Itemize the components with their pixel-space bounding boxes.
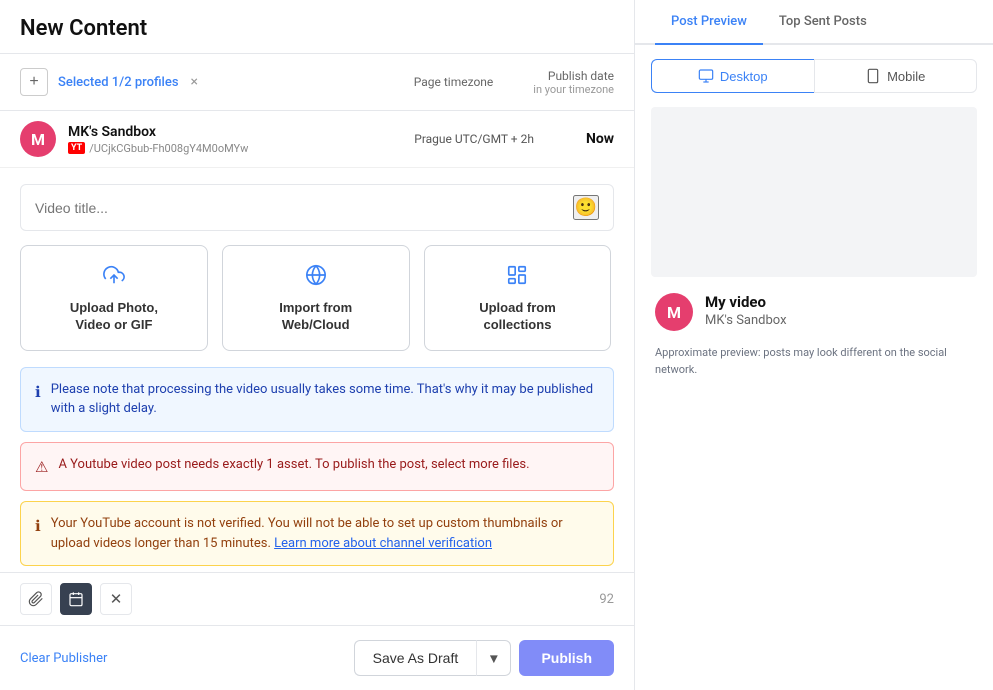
upload-arrow-icon bbox=[103, 264, 125, 292]
info-notice-text: Please note that processing the video us… bbox=[51, 380, 599, 419]
error-notice: ⚠ A Youtube video post needs exactly 1 a… bbox=[20, 442, 614, 492]
mobile-tab[interactable]: Mobile bbox=[814, 59, 978, 93]
close-profiles-icon[interactable]: × bbox=[191, 74, 198, 90]
upload-photo-label: Upload Photo,Video or GIF bbox=[70, 300, 158, 334]
globe-icon bbox=[305, 264, 327, 292]
tab-top-sent-posts[interactable]: Top Sent Posts bbox=[763, 0, 883, 45]
editor-area: 🙂 Upload Photo,Video or GIF bbox=[0, 168, 634, 572]
preview-tabs: Post Preview Top Sent Posts bbox=[635, 0, 993, 45]
left-panel: New Content + Selected 1/2 profiles × Pa… bbox=[0, 0, 635, 690]
info-notice: ℹ Please note that processing the video … bbox=[20, 367, 614, 432]
import-web-cloud-btn[interactable]: Import fromWeb/Cloud bbox=[222, 245, 410, 351]
publish-button[interactable]: Publish bbox=[519, 640, 614, 676]
profile-toolbar: + Selected 1/2 profiles × Page timezone … bbox=[0, 54, 634, 111]
emoji-button[interactable]: 🙂 bbox=[573, 195, 599, 220]
tab-post-preview[interactable]: Post Preview bbox=[655, 0, 763, 45]
right-panel: Post Preview Top Sent Posts Desktop Mobi… bbox=[635, 0, 993, 690]
save-publish-group: Save As Draft ▼ Publish bbox=[354, 640, 614, 676]
publish-now-status: Now bbox=[586, 131, 614, 147]
preview-image-area bbox=[651, 107, 977, 277]
upload-collections-btn[interactable]: Upload fromcollections bbox=[424, 245, 612, 351]
video-title-input[interactable] bbox=[35, 200, 573, 216]
preview-content: M My video MK's Sandbox Approximate prev… bbox=[635, 107, 993, 690]
profile-row: M MK's Sandbox YT /UCjkCGbub-Fh008gY4M0o… bbox=[0, 111, 634, 168]
preview-post: M My video MK's Sandbox bbox=[651, 293, 977, 331]
page-title: New Content bbox=[0, 0, 634, 54]
upload-collections-label: Upload fromcollections bbox=[479, 300, 556, 334]
profile-name: MK's Sandbox bbox=[68, 124, 402, 140]
channel-verification-link[interactable]: Learn more about channel verification bbox=[274, 536, 492, 551]
publish-date-block: Publish date in your timezone bbox=[533, 69, 614, 96]
warning-notice: ℹ Your YouTube account is not verified. … bbox=[20, 501, 614, 566]
profile-info: MK's Sandbox YT /UCjkCGbub-Fh008gY4M0oMY… bbox=[68, 124, 402, 155]
char-count: 92 bbox=[599, 592, 614, 607]
profile-id: /UCjkCGbub-Fh008gY4M0oMYw bbox=[89, 142, 248, 155]
publish-date-sub: in your timezone bbox=[533, 83, 614, 96]
close-icon-btn[interactable]: ✕ bbox=[100, 583, 132, 615]
error-icon: ⚠ bbox=[35, 456, 48, 479]
profile-id-row: YT /UCjkCGbub-Fh008gY4M0oMYw bbox=[68, 142, 402, 155]
desktop-label: Desktop bbox=[720, 69, 768, 84]
upload-buttons: Upload Photo,Video or GIF Import fromWeb… bbox=[20, 245, 614, 351]
bottom-bar: ✕ 92 bbox=[0, 572, 634, 625]
info-icon: ℹ bbox=[35, 381, 41, 404]
publisher-footer: Clear Publisher Save As Draft ▼ Publish bbox=[0, 625, 634, 690]
mobile-label: Mobile bbox=[887, 69, 925, 84]
preview-note: Approximate preview: posts may look diff… bbox=[651, 345, 977, 378]
toolbar-right: Page timezone Publish date in your timez… bbox=[414, 69, 614, 96]
publish-date-label: Publish date bbox=[533, 69, 614, 83]
collection-icon bbox=[506, 264, 528, 292]
warning-icon: ℹ bbox=[35, 515, 41, 538]
video-title-row: 🙂 bbox=[20, 184, 614, 231]
save-draft-arrow-button[interactable]: ▼ bbox=[476, 640, 511, 676]
selected-profiles-link[interactable]: Selected 1/2 profiles bbox=[58, 75, 179, 90]
preview-avatar: M bbox=[655, 293, 693, 331]
error-notice-text: A Youtube video post needs exactly 1 ass… bbox=[58, 455, 529, 475]
warning-notice-text: Your YouTube account is not verified. Yo… bbox=[51, 514, 599, 553]
add-profile-button[interactable]: + bbox=[20, 68, 48, 96]
save-draft-button[interactable]: Save As Draft bbox=[354, 640, 477, 676]
upload-photo-video-btn[interactable]: Upload Photo,Video or GIF bbox=[20, 245, 208, 351]
page-timezone-label: Page timezone bbox=[414, 75, 494, 89]
avatar: M bbox=[20, 121, 56, 157]
clear-publisher-link[interactable]: Clear Publisher bbox=[20, 651, 107, 666]
yt-badge: YT bbox=[68, 142, 85, 154]
preview-post-title: My video bbox=[705, 293, 973, 311]
profile-timezone: Prague UTC/GMT + 2h bbox=[414, 132, 534, 146]
preview-post-subtitle: MK's Sandbox bbox=[705, 313, 973, 328]
import-web-label: Import fromWeb/Cloud bbox=[279, 300, 352, 334]
calendar-icon-btn[interactable] bbox=[60, 583, 92, 615]
device-tabs: Desktop Mobile bbox=[635, 45, 993, 107]
preview-post-info: My video MK's Sandbox bbox=[705, 293, 973, 328]
desktop-tab[interactable]: Desktop bbox=[651, 59, 814, 93]
attachment-icon-btn[interactable] bbox=[20, 583, 52, 615]
